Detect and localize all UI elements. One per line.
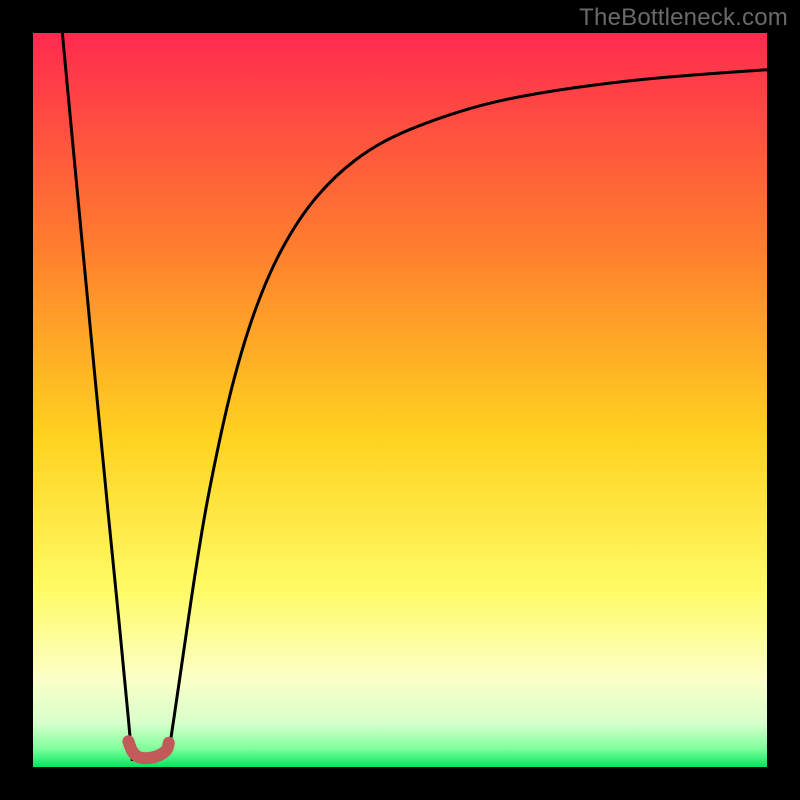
- chart-container: TheBottleneck.com: [0, 0, 800, 800]
- chart-svg: [0, 0, 800, 800]
- watermark-text: TheBottleneck.com: [579, 4, 788, 32]
- plot-background: [33, 33, 767, 767]
